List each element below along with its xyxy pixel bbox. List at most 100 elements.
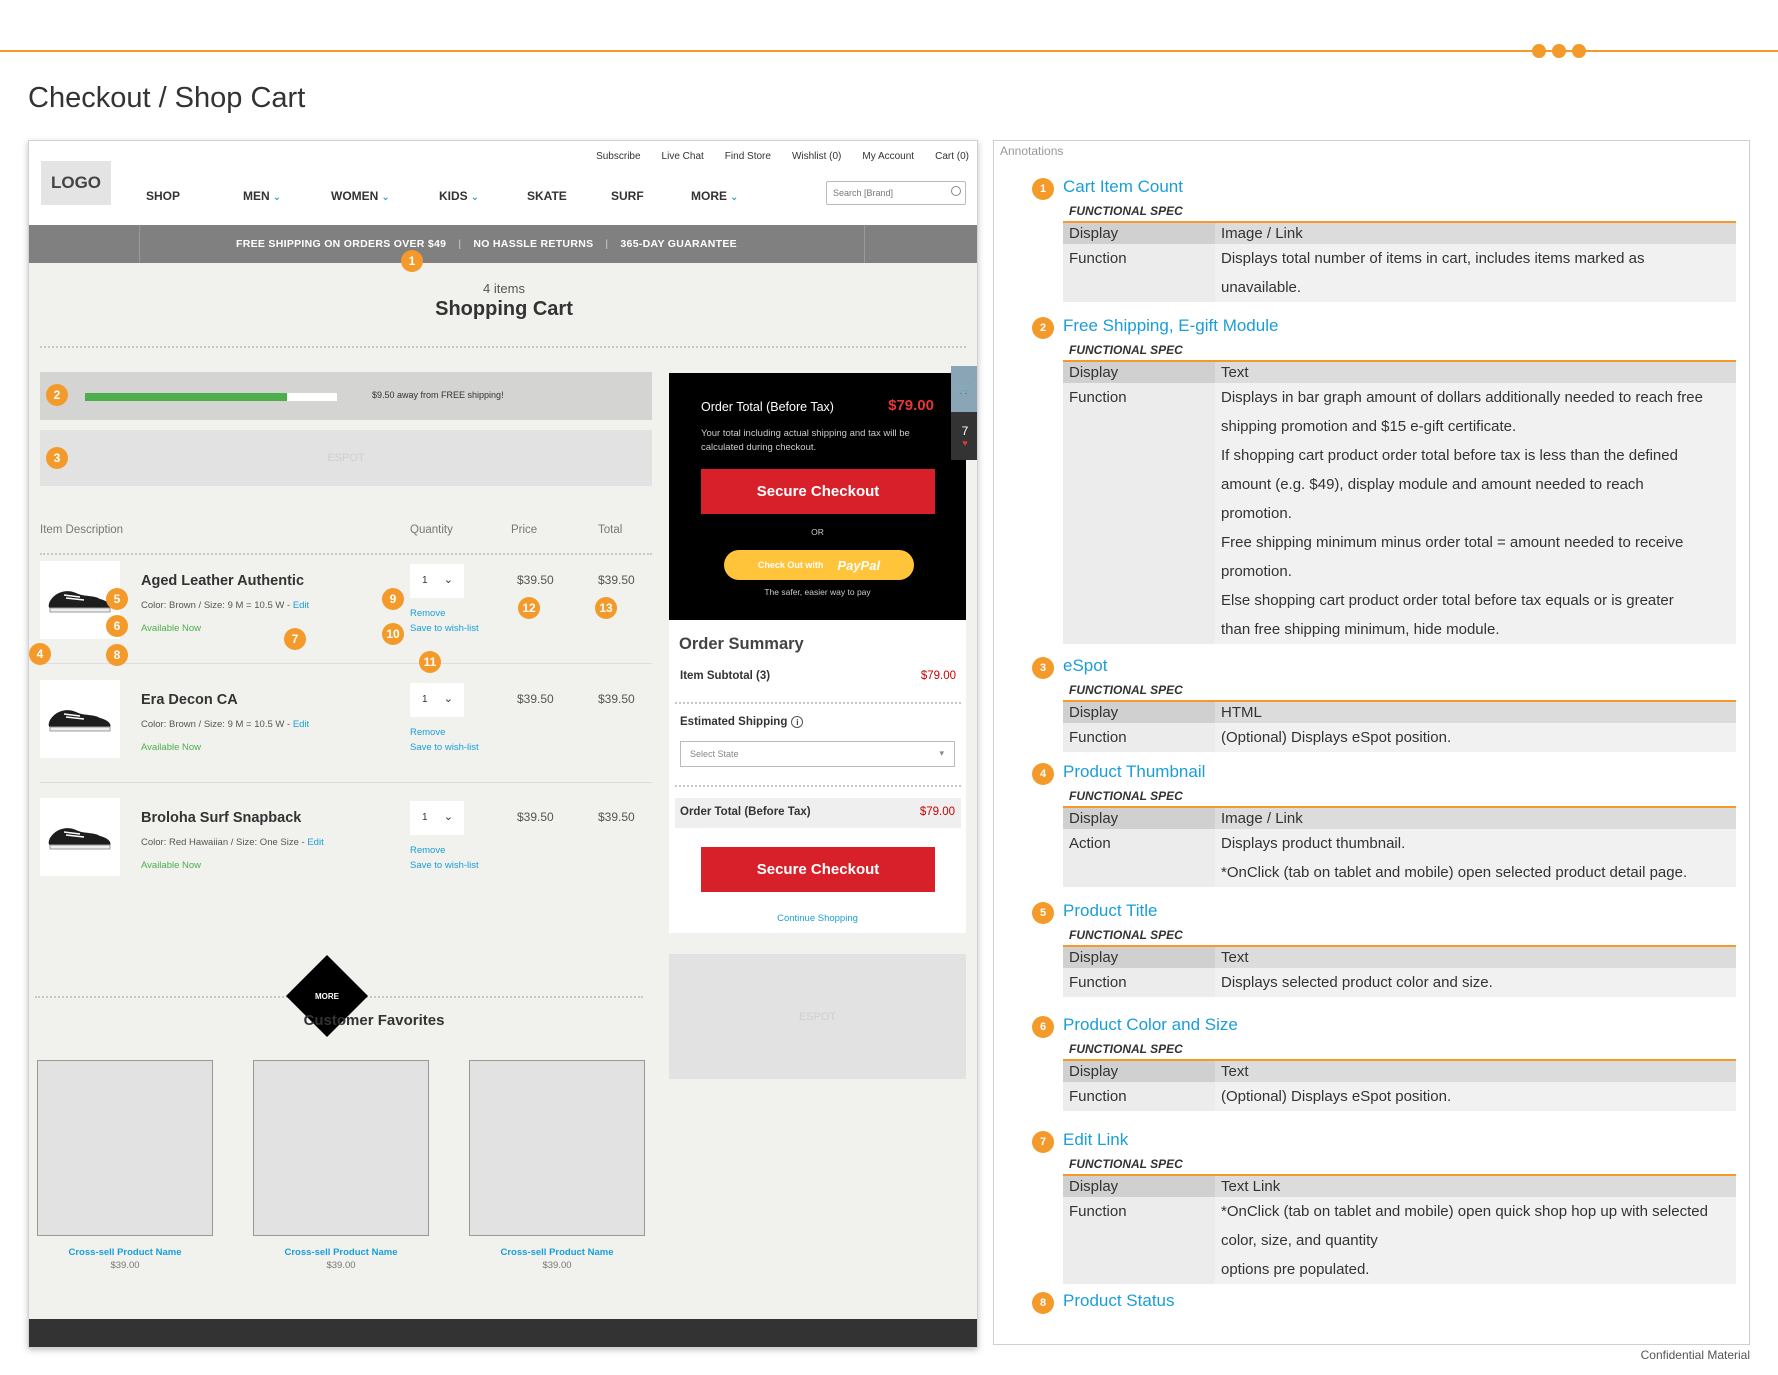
utility-link[interactable]: My Account [862, 151, 914, 162]
spec-row: options pre populated. [1063, 1255, 1736, 1284]
quantity-select[interactable]: 1 ⌄ [410, 683, 464, 717]
item-total: $39.50 [598, 573, 635, 587]
chevron-down-icon: ⌄ [381, 192, 390, 203]
nav-item-surf[interactable]: SURF [611, 189, 691, 203]
spec-row: Display Text [1063, 362, 1736, 383]
logo[interactable]: LOGO [41, 161, 111, 205]
nav-item-women[interactable]: WOMEN ⌄ [331, 189, 439, 203]
search-icon[interactable] [951, 186, 961, 196]
secure-checkout-button[interactable]: Secure Checkout [701, 469, 935, 514]
favorites-title: Customer Favorites [303, 1012, 445, 1029]
nav-item-shop[interactable]: SHOP [146, 189, 243, 203]
subtotal-value: $79.00 [920, 670, 956, 682]
item-price: $39.50 [517, 692, 554, 706]
remove-link[interactable]: Remove [410, 727, 445, 738]
paypal-button[interactable]: Check Out with PayPal [724, 550, 914, 580]
free-shipping-module: $9.50 away from FREE shipping! [40, 372, 652, 420]
product-color-size: Color: Brown / Size: 9 M = 10.5 W - Edit [141, 600, 310, 611]
quantity-select[interactable]: 1 ⌄ [410, 801, 464, 835]
product-title[interactable]: Broloha Surf Snapback [141, 810, 301, 826]
nav-item-men[interactable]: MEN ⌄ [243, 189, 331, 203]
cart-item-count[interactable]: 4 items [29, 281, 977, 296]
product-title[interactable]: Era Decon CA [141, 692, 238, 708]
promo-item: 365-DAY GUARANTEE [620, 238, 737, 250]
wishlist-count: 7 [961, 424, 969, 438]
wishlist-tab[interactable]: 7 ♥ [951, 412, 977, 460]
utility-link[interactable]: Subscribe [596, 151, 640, 162]
save-to-wishlist-link[interactable]: Save to wish-list [410, 623, 479, 634]
spec-row: unavailable. [1063, 273, 1736, 302]
annotation-marker-3: 3 [46, 447, 68, 469]
spec-row: Function (Optional) Displays eSpot positi… [1063, 1082, 1736, 1111]
annotation-marker-10: 10 [382, 623, 404, 645]
annotation-badge: 6 [1032, 1016, 1054, 1038]
crosssell-name[interactable]: Cross-sell Product Name [37, 1247, 213, 1258]
chevron-down-icon: ⌄ [470, 192, 480, 203]
spec-table: Display Text Link Function *OnClick (tab on… [1063, 1176, 1736, 1284]
annotation-badge: 8 [1032, 1292, 1054, 1314]
spec-row: Display Image / Link [1063, 223, 1736, 244]
crosssell-name[interactable]: Cross-sell Product Name [253, 1247, 429, 1258]
site-header: LOGO Subscribe Live Chat Find Store Wishlis… [29, 141, 977, 225]
edit-link[interactable]: Edit [293, 719, 309, 730]
summary-title: Order Summary [679, 635, 804, 653]
product-status: Available Now [141, 623, 202, 634]
crosssell-price: $39.00 [542, 1260, 572, 1271]
confidential-label: Confidential Material [1640, 1348, 1750, 1362]
search-input[interactable]: Search [Brand] [826, 181, 966, 205]
product-thumbnail[interactable] [40, 680, 120, 758]
col-desc: Item Description [40, 524, 124, 536]
chevron-down-icon: ⌄ [730, 192, 739, 203]
spec-row: shipping promotion and $15 e-gift certif… [1063, 412, 1736, 441]
save-to-wishlist-link[interactable]: Save to wish-list [410, 860, 479, 871]
order-summary: Order Summary Item Subtotal (3) $79.00 E… [669, 620, 966, 933]
cart-icon[interactable]: 🛒 [951, 366, 977, 412]
crosssell-image[interactable] [37, 1060, 213, 1236]
crosssell-price: $39.00 [110, 1260, 140, 1271]
spec-row: Function (Optional) Displays eSpot positi… [1063, 723, 1736, 752]
spec-row: Free shipping minimum minus order total … [1063, 528, 1736, 557]
shipping-progress-bar [85, 393, 337, 401]
promo-separator: | [458, 238, 462, 250]
item-price: $39.50 [517, 573, 554, 587]
remove-link[interactable]: Remove [410, 845, 445, 856]
nav-item-skate[interactable]: SKATE [527, 189, 611, 203]
state-select[interactable]: Select State ▾ [680, 741, 955, 767]
annotation-marker-2: 2 [46, 384, 68, 406]
nav-item-more[interactable]: MORE ⌄ [691, 189, 761, 203]
functional-spec-label: FUNCTIONAL SPEC [1069, 204, 1183, 218]
subtotal-label: Item Subtotal (3) [680, 670, 771, 682]
spec-row: Function Displays in bar graph amount of … [1063, 383, 1736, 412]
search-placeholder: Search [Brand] [833, 188, 894, 198]
paypal-prefix: Check Out with [757, 560, 824, 570]
functional-spec-label: FUNCTIONAL SPEC [1069, 789, 1183, 803]
edit-link[interactable]: Edit [307, 837, 323, 848]
crosssell-image[interactable] [253, 1060, 429, 1236]
product-color-size: Color: Brown / Size: 9 M = 10.5 W - Edit [141, 719, 310, 730]
annotation-title: eSpot [1063, 656, 1108, 675]
utility-link[interactable]: Wishlist (0) [792, 151, 841, 162]
edit-link[interactable]: Edit [293, 600, 309, 611]
annotation-badge: 4 [1032, 763, 1054, 785]
more-button[interactable]: MORE [298, 967, 356, 1025]
continue-shopping-link[interactable]: Continue Shopping [669, 913, 966, 924]
promo-bar: FREE SHIPPING ON ORDERS OVER $49 | NO HASS… [29, 225, 977, 263]
remove-link[interactable]: Remove [410, 608, 445, 619]
order-total-value: $79.00 [888, 397, 934, 414]
quantity-select[interactable]: 1 ⌄ [410, 564, 464, 598]
crosssell-image[interactable] [469, 1060, 645, 1236]
product-title[interactable]: Aged Leather Authentic [141, 573, 304, 589]
utility-link[interactable]: Cart (0) [935, 151, 969, 162]
save-to-wishlist-link[interactable]: Save to wish-list [410, 742, 479, 753]
spec-row: Else shopping cart product order total b… [1063, 586, 1736, 615]
utility-link[interactable]: Live Chat [662, 151, 704, 162]
item-price: $39.50 [517, 810, 554, 824]
product-thumbnail[interactable] [40, 798, 120, 876]
summary-total-row: Order Total (Before Tax) $79.00 [675, 798, 961, 828]
info-icon[interactable]: i [791, 716, 804, 728]
utility-link[interactable]: Find Store [725, 151, 771, 162]
nav-item-kids[interactable]: KIDS ⌄ [439, 189, 527, 203]
or-label: OR [811, 527, 824, 537]
crosssell-name[interactable]: Cross-sell Product Name [469, 1247, 645, 1258]
secure-checkout-button-2[interactable]: Secure Checkout [701, 847, 935, 892]
